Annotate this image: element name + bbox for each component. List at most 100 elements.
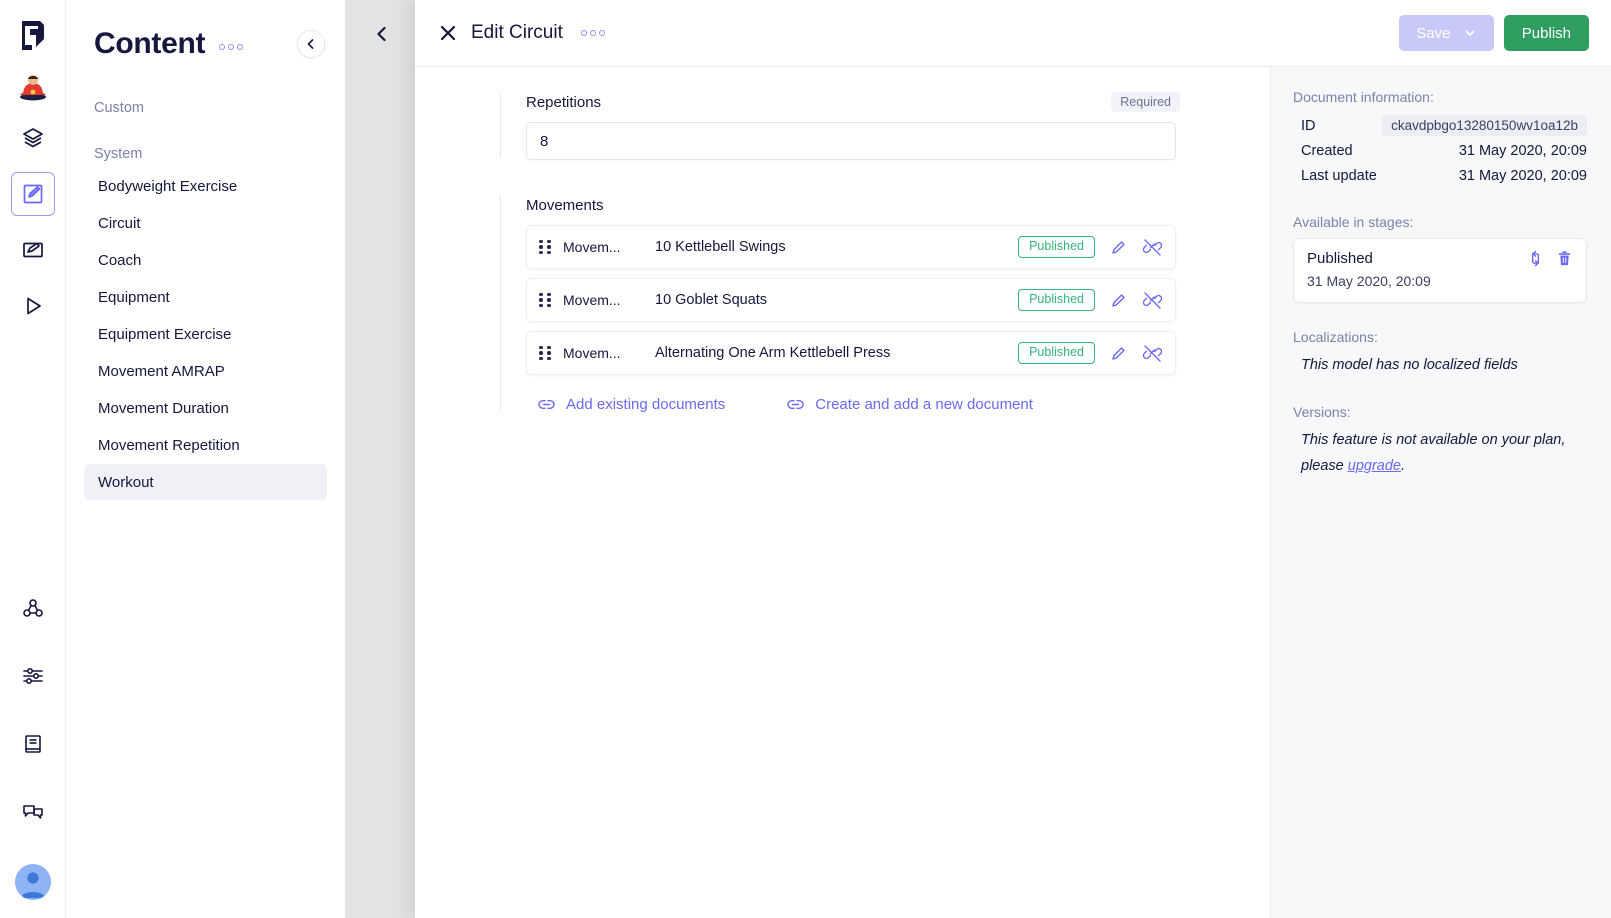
status-badge: Published [1018, 342, 1095, 364]
sidebar-item-workout[interactable]: Workout [84, 464, 327, 500]
field-label-repetitions: Repetitions [526, 94, 601, 111]
link-chain-icon [538, 396, 555, 413]
row-actions: Published [1018, 342, 1163, 364]
content-options-icon[interactable] [219, 44, 243, 50]
sidebar-item-equipment-exercise[interactable]: Equipment Exercise [84, 316, 327, 352]
publish-button[interactable]: Publish [1504, 15, 1589, 51]
field-repetitions: Repetitions Required [500, 91, 1180, 160]
link-chain-icon [787, 396, 804, 413]
page-title: Content [94, 27, 205, 61]
status-badge: Published [1018, 236, 1095, 258]
sidebar-item-coach[interactable]: Coach [84, 242, 327, 278]
sidebar-group-system-label: System [66, 146, 345, 162]
document-options-icon[interactable] [581, 30, 605, 36]
info-row-last-update: Last update 31 May 2020, 20:09 [1301, 163, 1587, 188]
feedback-chat-icon[interactable] [11, 790, 55, 834]
pencil-edit-icon[interactable] [1107, 342, 1129, 364]
document-id-value[interactable]: ckavdpbgo13280150wv1oa12b [1382, 115, 1587, 136]
stage-name: Published [1307, 250, 1431, 267]
document-information-heading: Document information: [1293, 89, 1587, 105]
info-key: ID [1301, 118, 1316, 134]
field-header: Repetitions Required [526, 91, 1180, 113]
stage-actions [1527, 250, 1573, 267]
save-button[interactable]: Save [1399, 15, 1494, 51]
unlink-icon[interactable] [1141, 342, 1163, 364]
settings-sliders-icon[interactable] [11, 654, 55, 698]
close-icon[interactable] [433, 18, 463, 48]
sidebar-item-label: Equipment Exercise [98, 326, 231, 343]
icon-rail [0, 0, 66, 918]
available-in-stages-heading: Available in stages: [1293, 214, 1587, 230]
sidebar-item-movement-repetition[interactable]: Movement Repetition [84, 427, 327, 463]
add-existing-documents-label: Add existing documents [566, 396, 725, 413]
versions-note-text: This feature is not available on your pl… [1301, 432, 1565, 473]
rail-bottom-group [11, 562, 55, 918]
trash-delete-icon[interactable] [1556, 250, 1573, 267]
info-row-created: Created 31 May 2020, 20:09 [1301, 138, 1587, 163]
sidebar-item-label: Equipment [98, 289, 170, 306]
field-rule [500, 93, 501, 158]
schema-layers-icon[interactable] [11, 116, 55, 160]
documentation-book-icon[interactable] [11, 722, 55, 766]
table-row[interactable]: Movem... Alternating One Arm Kettlebell … [526, 331, 1176, 375]
spacer [1293, 303, 1587, 329]
webhooks-icon[interactable] [11, 586, 55, 630]
sidebar-collapse-button[interactable] [297, 30, 325, 58]
content-sidebar: Content Custom System Bodyweight Exercis… [66, 0, 345, 918]
table-row[interactable]: Movem... 10 Goblet Squats Published [526, 278, 1176, 322]
sidebar-item-bodyweight-exercise[interactable]: Bodyweight Exercise [84, 168, 327, 204]
modal-title: Edit Circuit [471, 22, 563, 44]
unlink-icon[interactable] [1141, 289, 1163, 311]
publish-button-label: Publish [1522, 25, 1571, 42]
graphcms-logo-icon[interactable] [15, 14, 51, 56]
info-row-id: ID ckavdpbgo13280150wv1oa12b [1301, 113, 1587, 138]
republish-arrows-icon[interactable] [1527, 250, 1544, 267]
required-badge: Required [1111, 92, 1180, 112]
document-information-table: ID ckavdpbgo13280150wv1oa12b Created 31 … [1293, 113, 1587, 188]
modal-backdrop[interactable] [345, 0, 415, 918]
versions-note: This feature is not available on your pl… [1293, 428, 1587, 479]
status-badge: Published [1018, 289, 1095, 311]
pencil-edit-icon[interactable] [1107, 289, 1129, 311]
sidebar-item-label: Movement Duration [98, 400, 229, 417]
modal-header-actions: Save Publish [1399, 15, 1589, 51]
versions-heading: Versions: [1293, 404, 1587, 420]
table-row[interactable]: Movem... 10 Kettlebell Swings Published [526, 225, 1176, 269]
chevron-down-icon[interactable] [1464, 27, 1476, 39]
movements-link-actions: Add existing documents Create and add a [526, 396, 1180, 413]
row-document-title: 10 Kettlebell Swings [655, 239, 786, 255]
info-value: 31 May 2020, 20:09 [1459, 168, 1587, 184]
back-chevron-icon[interactable] [368, 20, 396, 48]
api-playground-icon[interactable] [11, 284, 55, 328]
row-model-name: Movem... [563, 239, 651, 255]
drag-handle-icon[interactable] [539, 240, 553, 255]
sidebar-item-equipment[interactable]: Equipment [84, 279, 327, 315]
user-avatar[interactable] [15, 864, 51, 900]
project-avatar-yoga[interactable] [16, 70, 50, 104]
localizations-note: This model has no localized fields [1293, 353, 1587, 378]
create-and-add-document-button[interactable]: Create and add a new document [787, 396, 1033, 413]
sidebar-header: Content [66, 0, 345, 70]
sidebar-system-list: Bodyweight Exercise Circuit Coach Equipm… [66, 168, 345, 500]
sidebar-item-label: Workout [98, 474, 154, 491]
field-label-movements: Movements [526, 197, 604, 214]
content-edit-icon[interactable] [11, 172, 55, 216]
sidebar-item-circuit[interactable]: Circuit [84, 205, 327, 241]
info-key: Created [1301, 143, 1353, 159]
add-existing-documents-button[interactable]: Add existing documents [538, 396, 725, 413]
drag-handle-icon[interactable] [539, 346, 553, 361]
unlink-icon[interactable] [1141, 236, 1163, 258]
drag-handle-icon[interactable] [539, 293, 553, 308]
sidebar-item-movement-duration[interactable]: Movement Duration [84, 390, 327, 426]
modal-header: Edit Circuit Save Publish [415, 0, 1611, 67]
row-model-name: Movem... [563, 345, 651, 361]
sidebar-group-custom-label: Custom [66, 100, 345, 116]
pencil-edit-icon[interactable] [1107, 236, 1129, 258]
sidebar-item-label: Movement AMRAP [98, 363, 225, 380]
repetitions-input[interactable] [526, 122, 1176, 160]
upgrade-link[interactable]: upgrade [1348, 458, 1401, 474]
create-and-add-document-label: Create and add a new document [815, 396, 1033, 413]
spacer [1293, 378, 1587, 404]
sidebar-item-movement-amrap[interactable]: Movement AMRAP [84, 353, 327, 389]
assets-media-icon[interactable] [11, 228, 55, 272]
